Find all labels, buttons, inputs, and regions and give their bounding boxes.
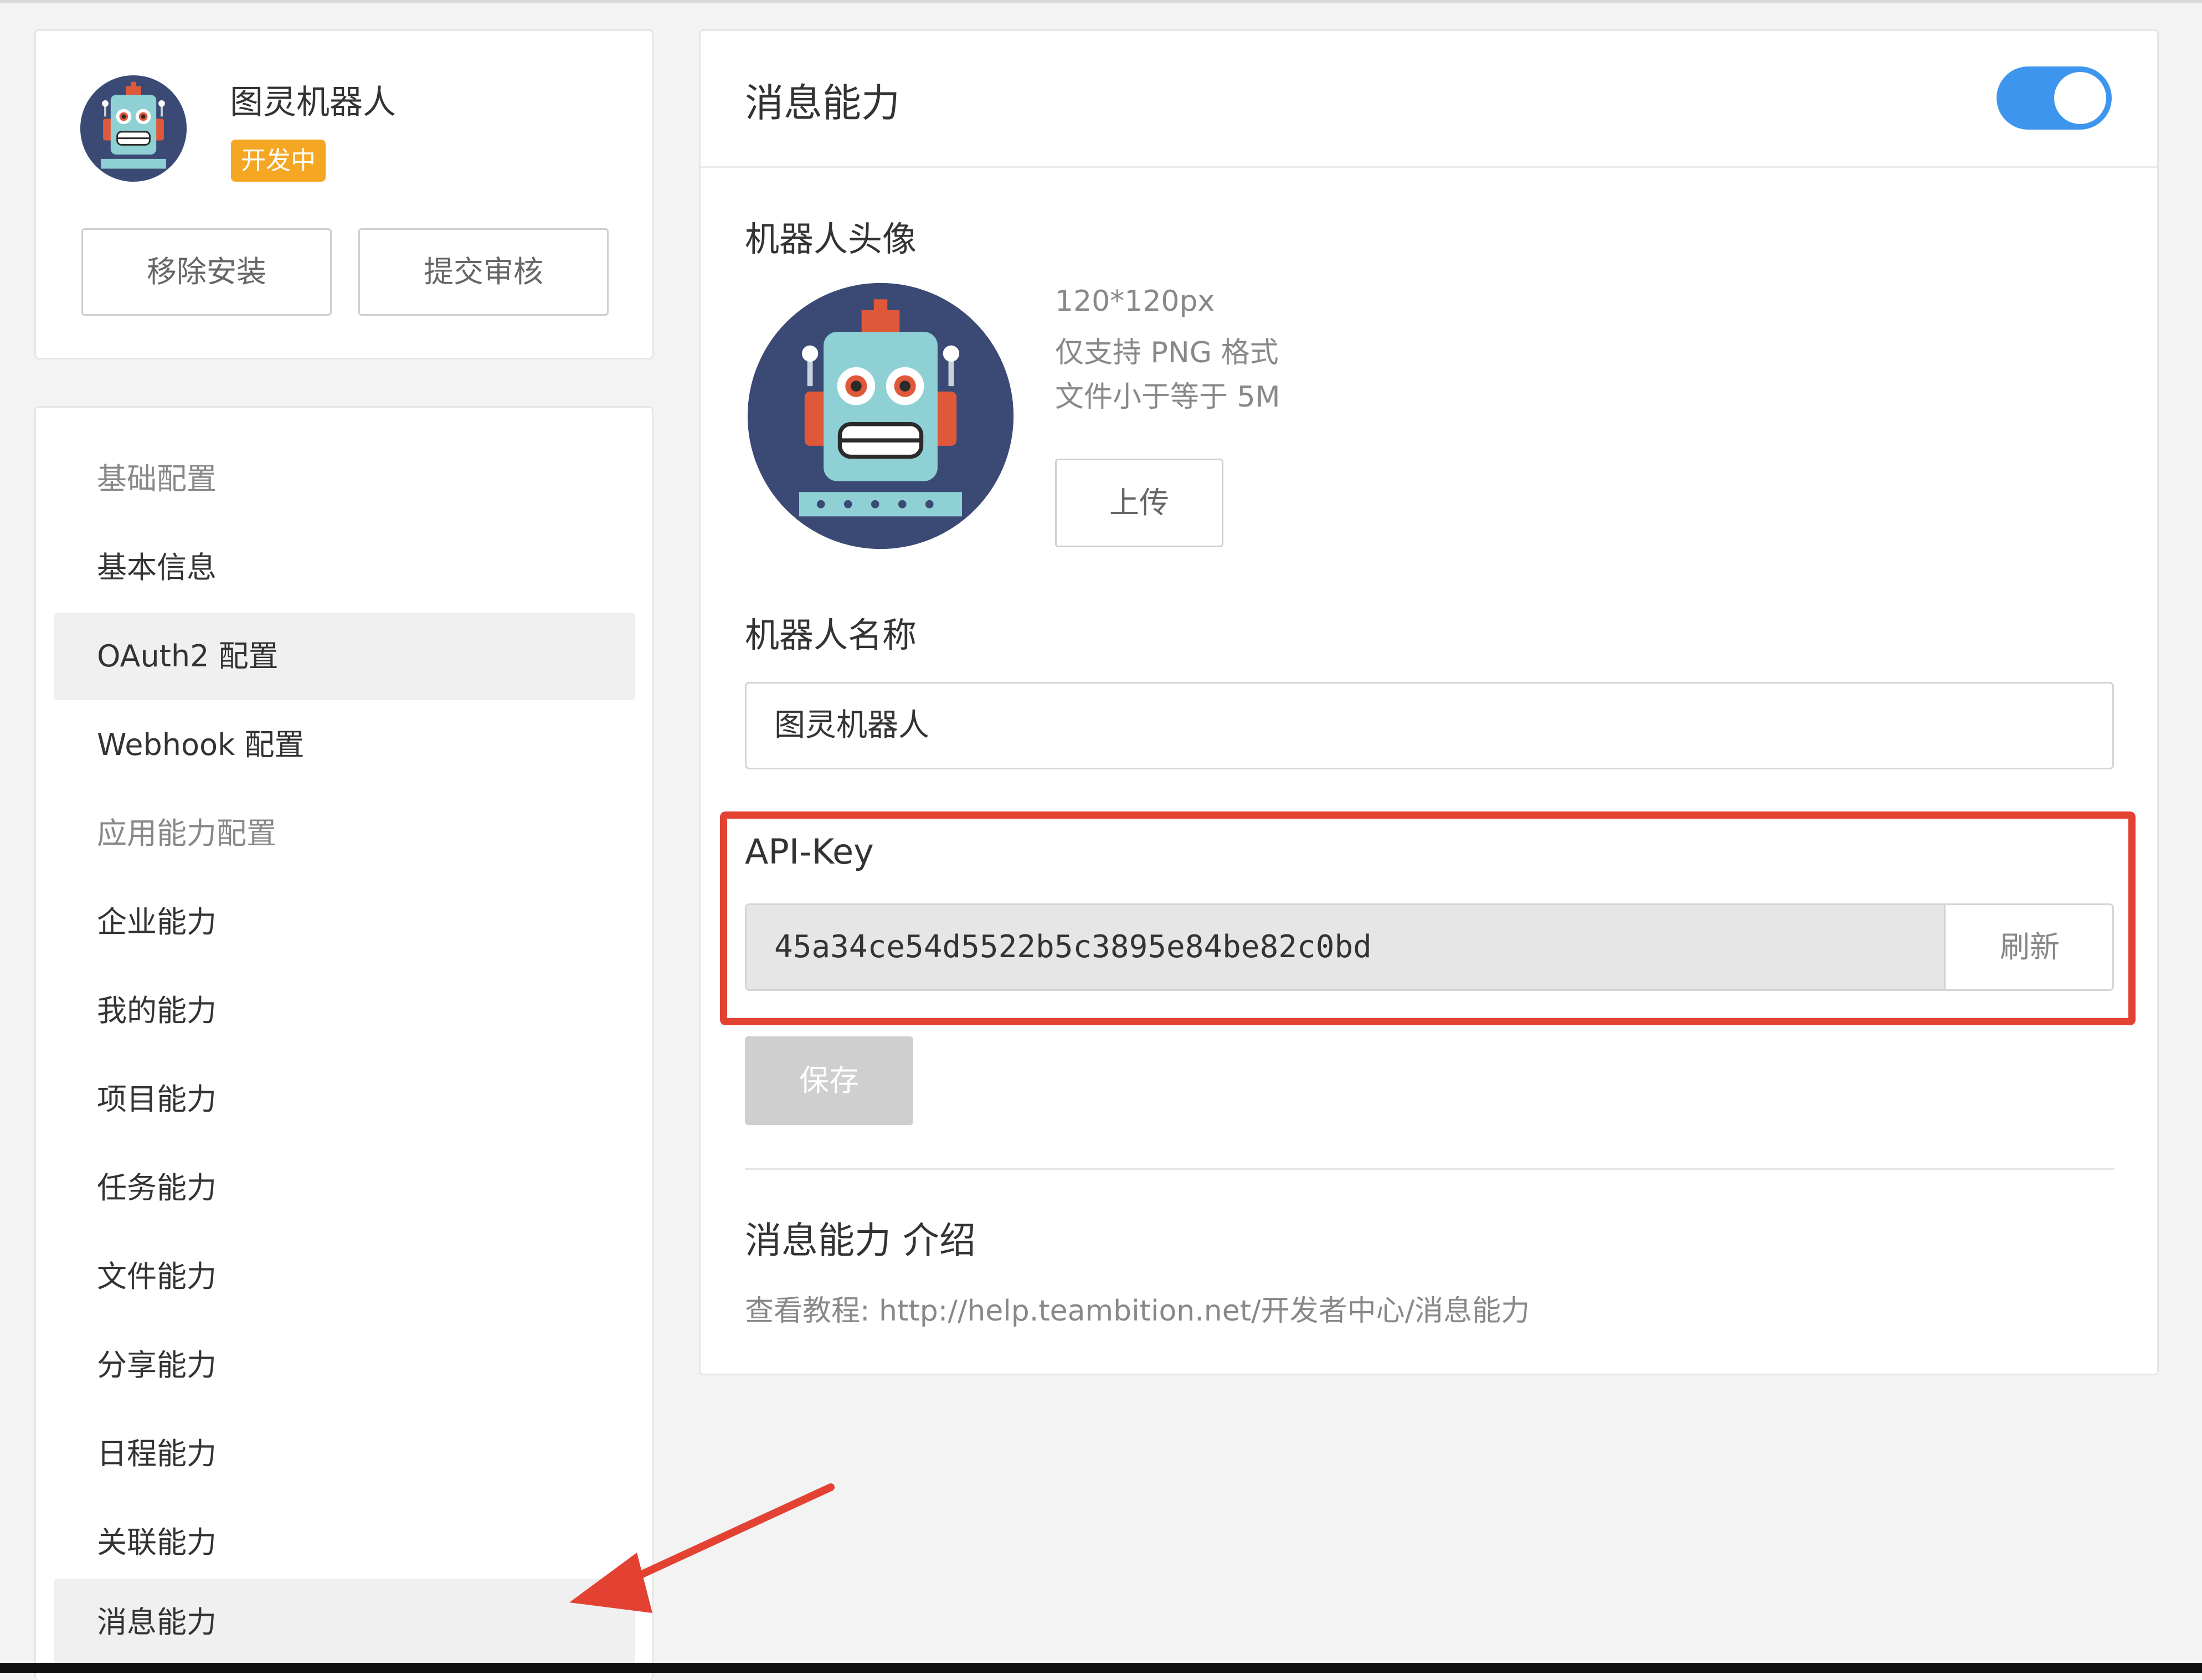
page-title: 消息能力 xyxy=(745,80,900,126)
top-edge xyxy=(0,0,2202,3)
sidebar-item-webhook[interactable]: Webhook 配置 xyxy=(54,701,635,789)
robot-avatar-small xyxy=(79,74,188,183)
capability-toggle[interactable] xyxy=(1997,66,2112,130)
intro-title: 消息能力 介绍 xyxy=(745,1219,976,1262)
sidebar-group-basic-config: 基础配置 xyxy=(97,461,217,496)
sidebar-item-my[interactable]: 我的能力 xyxy=(54,967,635,1055)
avatar-hint-format: 仅支持 PNG 格式 xyxy=(1055,336,1279,369)
sidebar-item-basic-info[interactable]: 基本信息 xyxy=(54,524,635,612)
app-card: 图灵机器人 开发中 移除安装 提交审核 xyxy=(34,29,654,359)
sidebar-item-share[interactable]: 分享能力 xyxy=(54,1322,635,1409)
sidebar-group-capability-config: 应用能力配置 xyxy=(97,816,276,851)
avatar-hint-size: 120*120px xyxy=(1055,285,1215,318)
robot-name-input[interactable]: 图灵机器人 xyxy=(745,682,2114,769)
tutorial-link[interactable]: 查看教程: http://help.teambition.net/开发者中心/消… xyxy=(745,1287,1530,1329)
sidebar-item-relation[interactable]: 关联能力 xyxy=(54,1499,635,1586)
sidebar-item-task[interactable]: 任务能力 xyxy=(54,1144,635,1232)
sidebar-item-oauth2[interactable]: OAuth2 配置 xyxy=(54,613,635,700)
sidebar-item-message[interactable]: 消息能力 xyxy=(54,1579,635,1666)
submit-review-button[interactable]: 提交审核 xyxy=(358,228,609,316)
sidebar-item-schedule[interactable]: 日程能力 xyxy=(54,1410,635,1498)
avatar-section-label: 机器人头像 xyxy=(745,219,917,259)
app-name: 图灵机器人 xyxy=(230,83,396,122)
toggle-knob xyxy=(2054,72,2106,124)
bottom-edge xyxy=(0,1663,2202,1673)
robot-avatar-large xyxy=(745,280,1016,552)
panel-header: 消息能力 xyxy=(701,31,2157,168)
remove-install-button[interactable]: 移除安装 xyxy=(81,228,332,316)
sidebar-item-file[interactable]: 文件能力 xyxy=(54,1233,635,1321)
name-section-label: 机器人名称 xyxy=(745,615,917,655)
sidebar-item-project[interactable]: 项目能力 xyxy=(54,1056,635,1143)
avatar-hint-filesize: 文件小于等于 5M xyxy=(1055,381,1280,414)
api-key-highlight-box xyxy=(720,811,2136,1025)
upload-button[interactable]: 上传 xyxy=(1055,459,1223,547)
sidebar: 基础配置 基本信息 OAuth2 配置 Webhook 配置 应用能力配置 企业… xyxy=(34,406,654,1680)
section-divider xyxy=(745,1168,2114,1170)
status-badge: 开发中 xyxy=(231,140,326,182)
save-button[interactable]: 保存 xyxy=(745,1036,913,1125)
main-panel: 消息能力 机器人头像 120*120px 仅支持 PNG 格式 文件小于等于 5… xyxy=(699,29,2159,1375)
sidebar-item-enterprise[interactable]: 企业能力 xyxy=(54,878,635,966)
